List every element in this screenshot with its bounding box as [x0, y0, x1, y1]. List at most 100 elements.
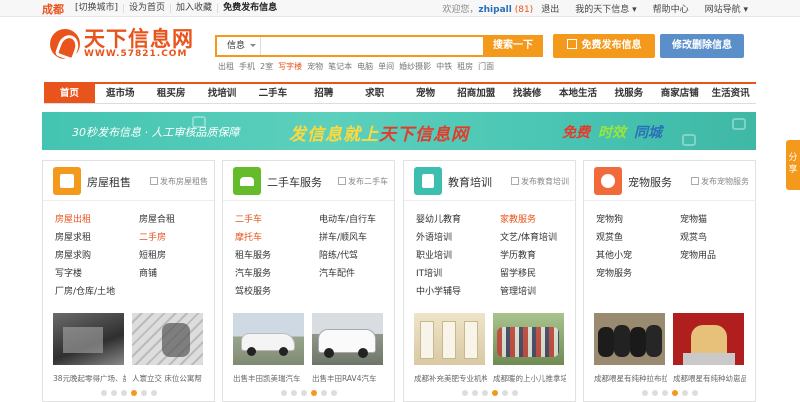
listing-photo[interactable]: [132, 313, 203, 365]
listing-photo[interactable]: [233, 313, 304, 365]
carousel-dots[interactable]: [584, 390, 755, 396]
category-link[interactable]: 学历教育: [500, 247, 570, 265]
nav-item[interactable]: 本地生活: [553, 84, 604, 103]
listing-photo[interactable]: [53, 313, 124, 365]
hot-keyword[interactable]: 婚纱摄影: [399, 61, 431, 72]
category-link[interactable]: 房屋求购: [55, 247, 139, 265]
my-account-menu[interactable]: 我的天下信息 ▾: [567, 2, 644, 15]
card-title[interactable]: 房屋租售: [87, 174, 131, 190]
message-count[interactable]: (81): [515, 5, 533, 15]
category-link[interactable]: 电动车/自行车: [319, 211, 389, 229]
category-link[interactable]: 职业培训: [416, 247, 500, 265]
card-publish-link[interactable]: 发布宠物服务: [691, 176, 749, 187]
category-link[interactable]: IT培训: [416, 265, 500, 283]
carousel-dots[interactable]: [404, 390, 575, 396]
card-publish-link[interactable]: 发布二手车: [338, 176, 388, 187]
category-link[interactable]: 其他小宠: [596, 247, 680, 265]
nav-item[interactable]: 找培训: [197, 84, 248, 103]
category-link[interactable]: 宠物狗: [596, 211, 680, 229]
category-link[interactable]: 观赏鱼: [596, 229, 680, 247]
search-input[interactable]: [265, 38, 475, 54]
nav-item[interactable]: 招商加盟: [451, 84, 502, 103]
nav-item[interactable]: 求职: [349, 84, 400, 103]
nav-item[interactable]: 宠物: [400, 84, 451, 103]
category-link[interactable]: 房屋合租: [139, 211, 209, 229]
listing-photo[interactable]: [673, 313, 744, 365]
category-link[interactable]: 驾校服务: [235, 283, 319, 301]
card-publish-link[interactable]: 发布房屋租售: [150, 176, 208, 187]
category-link[interactable]: 摩托车: [235, 229, 319, 247]
free-post-button[interactable]: 免费发布信息: [553, 34, 655, 58]
category-link[interactable]: 房屋求租: [55, 229, 139, 247]
photo-caption[interactable]: 人寰立交 床位公寓帮: [132, 373, 205, 384]
nav-item[interactable]: 招聘: [298, 84, 349, 103]
hot-keyword[interactable]: 单间: [378, 61, 394, 72]
photo-caption[interactable]: 出售丰田凯美瑞汽车: [233, 373, 306, 384]
carousel-dots[interactable]: [43, 390, 214, 396]
listing-photo[interactable]: [594, 313, 665, 365]
category-link[interactable]: 观赏鸟: [680, 229, 750, 247]
category-link[interactable]: 二手车: [235, 211, 319, 229]
share-tab[interactable]: 分享: [786, 140, 800, 190]
category-link[interactable]: 拼车/顺风车: [319, 229, 389, 247]
category-link[interactable]: 房屋出租: [55, 211, 139, 229]
hot-keyword[interactable]: 笔记本: [328, 61, 352, 72]
hot-keyword[interactable]: 出租: [218, 61, 234, 72]
nav-item[interactable]: 生活资讯: [705, 84, 756, 103]
category-link[interactable]: 二手房: [139, 229, 209, 247]
category-link[interactable]: 宠物服务: [596, 265, 680, 283]
photo-caption[interactable]: 成都喂星有纯种拉布拉: [594, 373, 667, 384]
card-publish-link[interactable]: 发布教育培训: [511, 176, 569, 187]
hot-keyword[interactable]: 手机: [239, 61, 255, 72]
category-link[interactable]: 汽车服务: [235, 265, 319, 283]
photo-caption[interactable]: 成都补充美肥专业机构: [414, 373, 487, 384]
nav-item[interactable]: 找装修: [502, 84, 553, 103]
category-link[interactable]: 文艺/体育培训: [500, 229, 570, 247]
category-link[interactable]: 留学移民: [500, 265, 570, 283]
card-title[interactable]: 二手车服务: [267, 174, 322, 190]
hot-keyword[interactable]: 租房: [457, 61, 473, 72]
photo-caption[interactable]: 成都喂星有纯种幼崽品质: [673, 373, 746, 384]
site-nav-menu[interactable]: 网站导航 ▾: [697, 2, 756, 15]
category-link[interactable]: 写字楼: [55, 265, 139, 283]
hot-keyword[interactable]: 中铁: [436, 61, 452, 72]
nav-item[interactable]: 找服务: [603, 84, 654, 103]
category-link[interactable]: 短租房: [139, 247, 209, 265]
category-link[interactable]: 租车服务: [235, 247, 319, 265]
free-post-link[interactable]: 免费发布信息: [217, 4, 282, 13]
category-link[interactable]: 陪练/代驾: [319, 247, 389, 265]
nav-item[interactable]: 二手车: [247, 84, 298, 103]
card-title[interactable]: 宠物服务: [628, 174, 672, 190]
category-link[interactable]: 婴幼儿教育: [416, 211, 500, 229]
search-category-select[interactable]: 信息: [217, 37, 261, 55]
listing-photo[interactable]: [414, 313, 485, 365]
switch-city-link[interactable]: [切换城市]: [70, 4, 123, 13]
category-link[interactable]: 商铺: [139, 265, 209, 283]
category-link[interactable]: 管理培训: [500, 283, 570, 301]
category-link[interactable]: 家教服务: [500, 211, 570, 229]
site-logo[interactable]: 天下信息网 WWW.57821.COM: [50, 28, 194, 59]
hot-keyword[interactable]: 宠物: [307, 61, 323, 72]
hot-keyword[interactable]: 2室: [260, 61, 273, 72]
logout-link[interactable]: 退出: [533, 2, 567, 15]
category-link[interactable]: 外语培训: [416, 229, 500, 247]
set-homepage-link[interactable]: 设为首页: [123, 4, 170, 13]
hot-keyword[interactable]: 门面: [478, 61, 494, 72]
category-link[interactable]: 汽车配件: [319, 265, 389, 283]
nav-item[interactable]: 逛市场: [95, 84, 146, 103]
card-title[interactable]: 教育培训: [448, 174, 492, 190]
search-button[interactable]: 搜索一下: [483, 35, 543, 57]
edit-delete-button[interactable]: 修改删除信息: [660, 34, 744, 58]
help-center-link[interactable]: 帮助中心: [645, 2, 697, 15]
username-link[interactable]: zhipall: [478, 5, 511, 15]
add-favorite-link[interactable]: 加入收藏: [170, 4, 217, 13]
listing-photo[interactable]: [493, 313, 564, 365]
photo-caption[interactable]: 出售丰田RAV4汽车: [312, 373, 385, 384]
listing-photo[interactable]: [312, 313, 383, 365]
carousel-dots[interactable]: [223, 390, 394, 396]
hot-keyword[interactable]: 写字楼: [278, 61, 302, 72]
promo-banner[interactable]: 30秒发布信息 · 人工审核品质保障 发信息就上天下信息网 免费 时效 同城: [42, 112, 756, 150]
nav-item[interactable]: 商家店铺: [654, 84, 705, 103]
current-city[interactable]: 成都: [42, 1, 64, 17]
nav-item[interactable]: 租买房: [146, 84, 197, 103]
